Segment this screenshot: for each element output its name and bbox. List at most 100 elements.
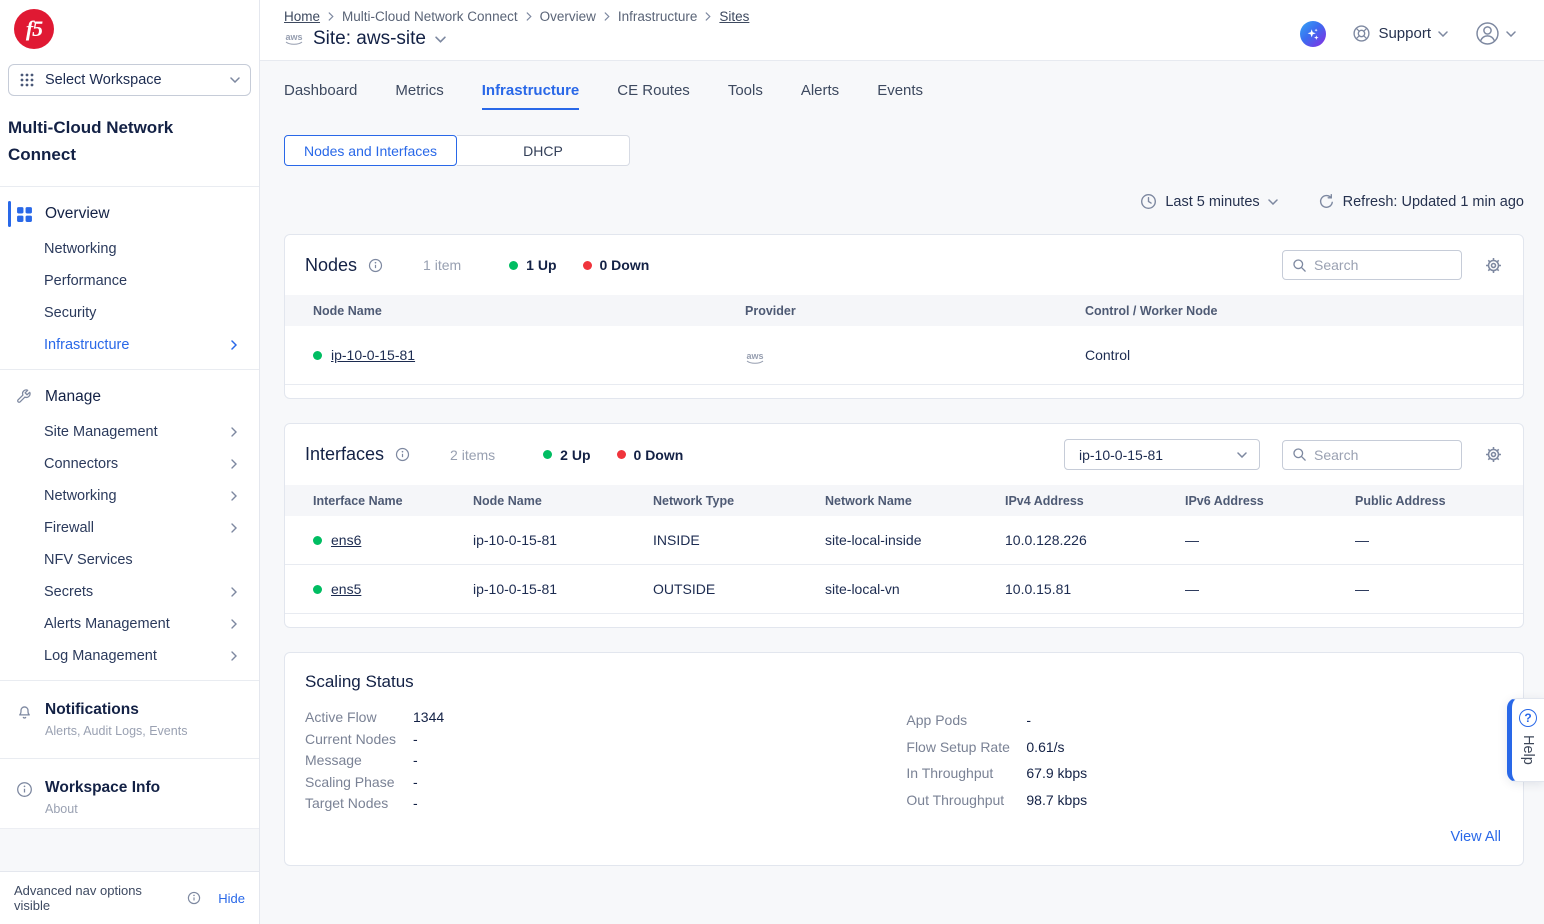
metric-value: - <box>1026 707 1031 734</box>
sidebar-item-site-management[interactable]: Site Management <box>0 416 259 448</box>
subtab-dhcp[interactable]: DHCP <box>457 135 630 166</box>
sidebar-item-alerts-management[interactable]: Alerts Management <box>0 608 259 640</box>
info-circle-icon <box>16 781 33 816</box>
interfaces-card: Interfaces 2 items 2 Up 0 Down <box>284 423 1524 628</box>
sidebar-section-manage[interactable]: Manage <box>0 378 259 416</box>
down-status-dot <box>583 261 592 270</box>
metric-label: Message <box>305 750 413 772</box>
gear-icon[interactable] <box>1484 445 1503 464</box>
tab-ce-routes[interactable]: CE Routes <box>617 82 690 110</box>
divider <box>0 680 259 681</box>
node-name: ip-10-0-15-81 <box>445 581 625 597</box>
chevron-right-icon <box>231 340 237 350</box>
nodes-item-count: 1 item <box>423 257 461 273</box>
metric-label: Scaling Phase <box>305 772 413 794</box>
interfaces-search[interactable] <box>1282 440 1462 470</box>
metric-label: Current Nodes <box>305 729 413 751</box>
metric-value: - <box>413 793 418 815</box>
divider <box>0 758 259 759</box>
breadcrumb-home[interactable]: Home <box>284 9 320 24</box>
nodes-down-count: 0 Down <box>600 257 650 273</box>
metric-row: App Pods - <box>906 707 1087 734</box>
metric-value: 98.7 kbps <box>1026 787 1087 814</box>
sidebar-item-networking-manage[interactable]: Networking <box>0 480 259 512</box>
sidebar-section-overview[interactable]: Overview <box>0 195 259 233</box>
sub-tabs: Nodes and Interfaces DHCP <box>284 135 1524 166</box>
sidebar-item-nfv-services[interactable]: NFV Services <box>0 544 259 576</box>
ipv6-address: — <box>1157 581 1327 597</box>
ipv6-address: — <box>1157 532 1327 548</box>
interface-name-link[interactable]: ens6 <box>331 532 361 548</box>
sidebar-item-label: Secrets <box>44 584 93 600</box>
hide-advanced-nav-button[interactable]: Hide <box>218 891 245 906</box>
chevron-down-icon <box>1438 31 1448 37</box>
site-title-row[interactable]: aws Site: aws-site <box>284 28 749 50</box>
sidebar-item-firewall[interactable]: Firewall <box>0 512 259 544</box>
bell-icon <box>16 703 33 738</box>
node-name: ip-10-0-15-81 <box>445 532 625 548</box>
info-circle-icon[interactable] <box>395 447 410 462</box>
sidebar-item-performance[interactable]: Performance <box>0 265 259 297</box>
section-label: Overview <box>45 205 110 223</box>
view-all-link[interactable]: View All <box>305 815 1503 853</box>
sidebar-item-secrets[interactable]: Secrets <box>0 576 259 608</box>
interfaces-item-count: 2 items <box>450 447 495 463</box>
sidebar-item-networking[interactable]: Networking <box>0 233 259 265</box>
tab-tools[interactable]: Tools <box>728 82 763 110</box>
grid-dots-icon <box>19 72 35 88</box>
workspace-selector[interactable]: Select Workspace <box>8 64 251 96</box>
sidebar-item-workspace-info[interactable]: Workspace Info About <box>0 767 259 828</box>
ai-assistant-button[interactable] <box>1300 21 1326 47</box>
content-area: Dashboard Metrics Infrastructure CE Rout… <box>260 61 1544 924</box>
subtab-nodes-and-interfaces[interactable]: Nodes and Interfaces <box>284 135 457 166</box>
support-menu[interactable]: Support <box>1352 24 1448 43</box>
node-name-link[interactable]: ip-10-0-15-81 <box>331 347 415 363</box>
nodes-search[interactable] <box>1282 250 1462 280</box>
chevron-right-icon <box>526 12 532 21</box>
tab-infrastructure[interactable]: Infrastructure <box>482 82 580 110</box>
breadcrumb-sites[interactable]: Sites <box>719 9 749 24</box>
user-icon <box>1474 20 1501 47</box>
sidebar-item-label: NFV Services <box>44 552 133 568</box>
metric-value: 1344 <box>413 707 444 729</box>
chevron-down-icon <box>435 36 446 43</box>
lifebuoy-icon <box>1352 24 1371 43</box>
time-toolbar: Last 5 minutes Refresh: Updated 1 min ag… <box>284 193 1524 210</box>
sidebar-item-label: Networking <box>44 241 117 257</box>
node-role: Control <box>1057 347 1523 363</box>
breadcrumb-item: Infrastructure <box>618 9 698 24</box>
advanced-nav-text: Advanced nav options visible <box>14 883 180 913</box>
f5-logo[interactable]: f5 <box>14 9 54 49</box>
sidebar-item-security[interactable]: Security <box>0 297 259 329</box>
account-menu[interactable] <box>1474 20 1516 47</box>
nodes-search-input[interactable] <box>1314 257 1452 273</box>
sidebar-item-infrastructure[interactable]: Infrastructure <box>0 329 259 361</box>
gear-icon[interactable] <box>1484 256 1503 275</box>
help-widget[interactable]: ? Help <box>1507 698 1544 782</box>
interfaces-search-input[interactable] <box>1314 447 1452 463</box>
refresh-button[interactable]: Refresh: Updated 1 min ago <box>1318 193 1524 210</box>
info-circle-icon <box>187 891 201 905</box>
interface-name-link[interactable]: ens5 <box>331 581 361 597</box>
support-label: Support <box>1378 25 1431 42</box>
sidebar-item-connectors[interactable]: Connectors <box>0 448 259 480</box>
metric-row: Flow Setup Rate 0.61/s <box>906 734 1087 761</box>
chevron-down-icon <box>1237 452 1247 458</box>
table-row: ens5 ip-10-0-15-81 OUTSIDE site-local-vn… <box>285 565 1523 614</box>
info-circle-icon[interactable] <box>368 258 383 273</box>
node-filter-select[interactable]: ip-10-0-15-81 <box>1064 439 1260 470</box>
workspace-selector-label: Select Workspace <box>45 72 220 88</box>
up-status-dot <box>509 261 518 270</box>
time-range-selector[interactable]: Last 5 minutes <box>1140 193 1277 210</box>
metric-value: - <box>413 729 418 751</box>
nodes-table-header: Node Name Provider Control / Worker Node <box>285 295 1523 326</box>
metric-row: Target Nodes - <box>305 793 906 815</box>
tab-events[interactable]: Events <box>877 82 923 110</box>
tab-alerts[interactable]: Alerts <box>801 82 839 110</box>
tab-dashboard[interactable]: Dashboard <box>284 82 357 110</box>
refresh-status-text: Refresh: Updated 1 min ago <box>1343 194 1524 210</box>
sidebar-item-log-management[interactable]: Log Management <box>0 640 259 672</box>
metric-row: Scaling Phase - <box>305 772 906 794</box>
tab-metrics[interactable]: Metrics <box>395 82 443 110</box>
sidebar-item-notifications[interactable]: Notifications Alerts, Audit Logs, Events <box>0 689 259 750</box>
